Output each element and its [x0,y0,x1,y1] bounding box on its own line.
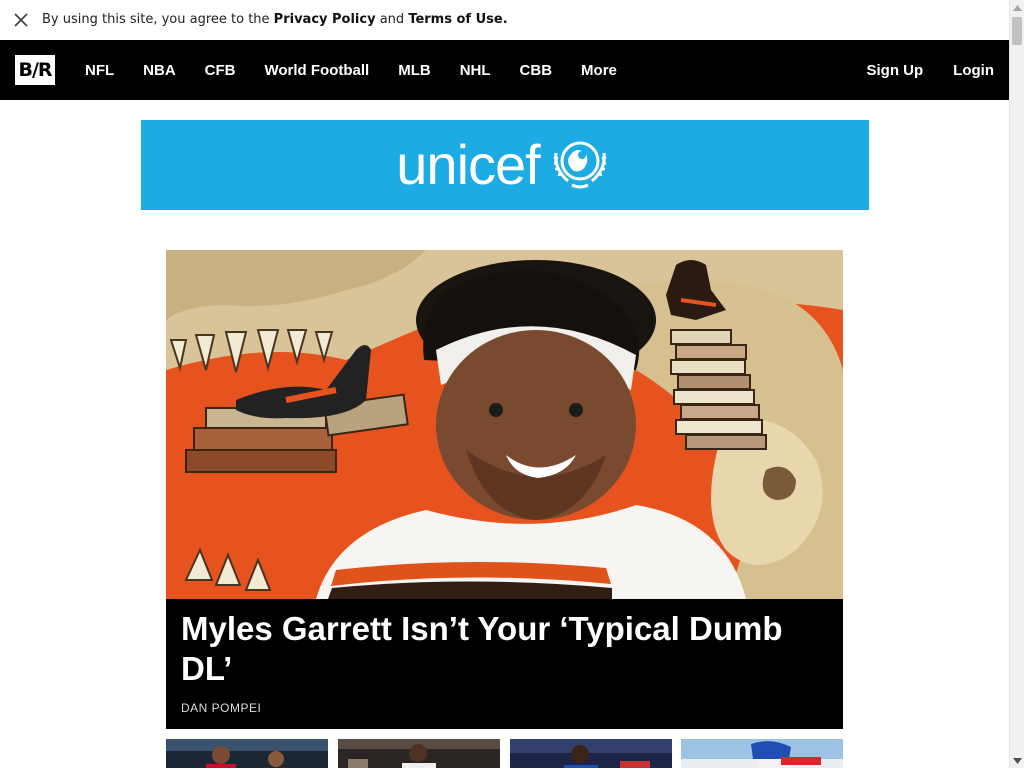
consent-text: By using this site, you agree to the Pri… [42,12,508,27]
top-navigation: B/R NFL NBA CFB World Football MLB NHL C… [0,40,1009,100]
scroll-down-arrow-icon[interactable] [1010,753,1024,768]
nav-item-cfb[interactable]: CFB [205,62,236,79]
story-thumbnail-4[interactable] [681,739,843,768]
nav-item-cbb[interactable]: CBB [520,62,553,79]
hero-caption: Myles Garrett Isn’t Your ‘Typical Dumb D… [166,599,843,729]
page-viewport: By using this site, you agree to the Pri… [0,0,1009,768]
story-thumbnail-row [166,739,843,768]
nav-item-world-football[interactable]: World Football [265,62,370,79]
privacy-policy-link[interactable]: Privacy Policy [274,12,376,27]
consent-bar: By using this site, you agree to the Pri… [0,0,1009,40]
story-thumbnail-2[interactable] [338,739,500,768]
nav-item-more[interactable]: More [581,62,617,79]
br-logo[interactable]: B/R [15,55,55,85]
nav-item-nhl[interactable]: NHL [460,62,491,79]
consent-and: and [375,12,409,27]
close-icon[interactable] [12,11,30,29]
unicef-emblem-icon [546,133,614,197]
nav-item-nba[interactable]: NBA [143,62,176,79]
hero-headline[interactable]: Myles Garrett Isn’t Your ‘Typical Dumb D… [181,609,821,689]
vertical-scrollbar[interactable] [1009,0,1024,768]
logo-text: B/R [18,59,52,81]
nav-item-nfl[interactable]: NFL [85,62,114,79]
hero-image [166,250,843,599]
scrollbar-thumb[interactable] [1012,17,1022,45]
account-links: Sign Up Login [837,40,995,100]
login-link[interactable]: Login [953,62,994,79]
hero-author[interactable]: DAN POMPEI [181,701,261,715]
consent-prefix: By using this site, you agree to the [42,12,274,27]
ad-brand-text: unicef [396,133,540,196]
hero-story-card[interactable]: Myles Garrett Isn’t Your ‘Typical Dumb D… [166,250,843,729]
story-thumbnail-3[interactable] [510,739,672,768]
nav-item-mlb[interactable]: MLB [398,62,431,79]
sport-nav-links: NFL NBA CFB World Football MLB NHL CBB M… [85,40,646,100]
unicef-ad-banner[interactable]: unicef [141,120,869,210]
story-thumbnail-1[interactable] [166,739,328,768]
terms-of-use-link[interactable]: Terms of Use. [408,12,507,27]
scroll-up-arrow-icon[interactable] [1010,0,1024,15]
sign-up-link[interactable]: Sign Up [867,62,924,79]
